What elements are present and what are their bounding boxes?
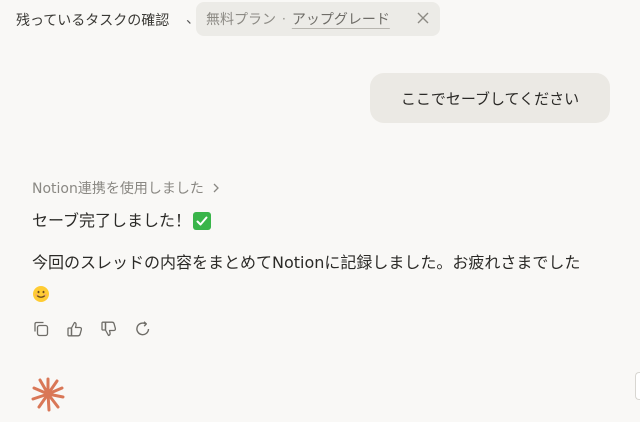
plan-label: 無料プラン (206, 12, 276, 28)
chevron-right-icon (213, 183, 219, 193)
assistant-line-1-text: セーブ完了しました！ (32, 211, 192, 230)
user-message-text: ここでセーブしてください (400, 89, 580, 108)
assistant-message-line-1: セーブ完了しました！ (32, 210, 212, 232)
tool-use-summary[interactable]: Notion連携を使用しました (32, 178, 220, 198)
plan-separator-dot: · (282, 12, 286, 26)
retry-icon[interactable] (134, 320, 152, 338)
user-message-bubble: ここでセーブしてください (370, 73, 610, 123)
close-icon[interactable] (416, 11, 430, 25)
conversation-header: 残っているタスクの確認 、 無料プラン · アップグレード (0, 0, 640, 40)
thumbs-up-icon[interactable] (66, 320, 84, 338)
conversation-title[interactable]: 残っているタスクの確認 (16, 10, 169, 30)
smiling-face-icon (33, 286, 49, 302)
tool-use-label: Notion連携を使用しました (32, 181, 204, 197)
copy-icon[interactable] (32, 320, 50, 338)
upgrade-link[interactable]: アップグレード (292, 9, 390, 29)
assistant-message-line-2: 今回のスレッドの内容をまとめてNotionに記録しました。お疲れさまでした (32, 247, 592, 311)
check-mark-button-icon (193, 212, 212, 230)
plan-banner: 無料プラン · アップグレード (196, 2, 440, 36)
claude-spark-logo (31, 377, 65, 412)
message-actions (32, 320, 168, 338)
assistant-line-2-text: 今回のスレッドの内容をまとめてNotionに記録しました。お疲れさまでした (32, 253, 581, 272)
thumbs-down-icon[interactable] (100, 320, 118, 338)
scroll-edge-handle[interactable] (635, 372, 640, 400)
